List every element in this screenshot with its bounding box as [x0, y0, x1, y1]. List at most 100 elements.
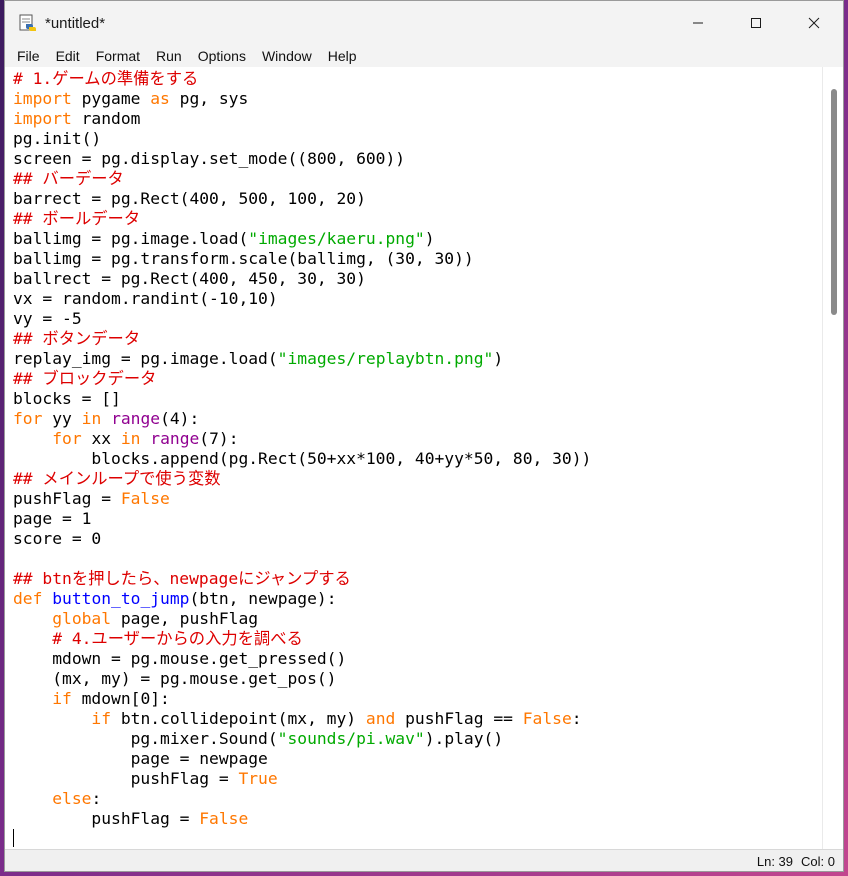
code-line[interactable]: page = 1 — [13, 509, 591, 529]
minimize-button[interactable] — [669, 1, 727, 45]
code-line[interactable]: pg.mixer.Sound("sounds/pi.wav").play() — [13, 729, 591, 749]
code-token: pg.mixer.Sound( — [13, 729, 278, 748]
code-token: blocks = [] — [13, 389, 121, 408]
code-line[interactable]: blocks = [] — [13, 389, 591, 409]
code-line[interactable]: if btn.collidepoint(mx, my) and pushFlag… — [13, 709, 591, 729]
code-token: # 4.ユーザーからの入力を調べる — [52, 629, 303, 648]
code-token: global — [52, 609, 112, 628]
code-line[interactable]: ## ボールデータ — [13, 209, 591, 229]
menu-file[interactable]: File — [5, 45, 48, 67]
code-token: button_to_jump — [52, 589, 190, 608]
code-line[interactable]: ballimg = pg.image.load("images/kaeru.pn… — [13, 229, 591, 249]
code-line[interactable]: ## メインループで使う変数 — [13, 469, 591, 489]
code-line[interactable]: ballrect = pg.Rect(400, 450, 30, 30) — [13, 269, 591, 289]
menu-options[interactable]: Options — [190, 45, 254, 67]
code-token: # 1.ゲームの準備をする — [13, 69, 199, 88]
close-button[interactable] — [785, 1, 843, 45]
code-line[interactable]: ## バーデータ — [13, 169, 591, 189]
code-line[interactable]: pushFlag = True — [13, 769, 591, 789]
code-line[interactable]: ## ボタンデータ — [13, 329, 591, 349]
code-token: import — [13, 109, 72, 128]
code-line[interactable]: if mdown[0]: — [13, 689, 591, 709]
menu-run[interactable]: Run — [148, 45, 190, 67]
code-line[interactable]: import random — [13, 109, 591, 129]
code-token: pg, sys — [169, 89, 249, 108]
code-token: : — [571, 709, 582, 728]
maximize-icon — [751, 18, 761, 28]
code-line[interactable]: ballimg = pg.transform.scale(ballimg, (3… — [13, 249, 591, 269]
code-token: page = 1 — [13, 509, 92, 528]
menu-format[interactable]: Format — [88, 45, 148, 67]
code-line[interactable]: pushFlag = False — [13, 809, 591, 829]
code-line[interactable]: vx = random.randint(-10,10) — [13, 289, 591, 309]
code-token: (7): — [199, 429, 239, 448]
code-token: yy — [42, 409, 82, 428]
code-token: "images/kaeru.png" — [248, 229, 425, 248]
code-line[interactable]: else: — [13, 789, 591, 809]
maximize-button[interactable] — [727, 1, 785, 45]
menu-window[interactable]: Window — [254, 45, 320, 67]
code-line[interactable]: global page, pushFlag — [13, 609, 591, 629]
code-token: for — [52, 429, 82, 448]
code-line[interactable]: for xx in range(7): — [13, 429, 591, 449]
code-token: replay_img = pg.image.load( — [13, 349, 278, 368]
code-line[interactable]: screen = pg.display.set_mode((800, 600)) — [13, 149, 591, 169]
code-token: (4): — [160, 409, 200, 428]
code-editor[interactable]: # 1.ゲームの準備をする import pygame as pg, sys imp… — [5, 67, 822, 849]
code-line[interactable]: ## btnを押したら、newpageにジャンプする — [13, 569, 591, 589]
code-line[interactable]: vy = -5 — [13, 309, 591, 329]
code-token: ## btnを押したら、newpageにジャンプする — [13, 569, 351, 588]
code-line[interactable]: score = 0 — [13, 529, 591, 549]
code-line[interactable]: replay_img = pg.image.load("images/repla… — [13, 349, 591, 369]
code-token: ballimg = pg.image.load( — [13, 229, 249, 248]
code-token: (btn, newpage): — [189, 589, 337, 608]
code-token: False — [199, 809, 249, 828]
code-token: btn.collidepoint(mx, my) — [111, 709, 366, 728]
code-line[interactable] — [13, 829, 591, 849]
code-token: def — [13, 589, 43, 608]
code-line[interactable]: pushFlag = False — [13, 489, 591, 509]
code-line[interactable]: mdown = pg.mouse.get_pressed() — [13, 649, 591, 669]
code-line[interactable]: page = newpage — [13, 749, 591, 769]
code-token: pg.init() — [13, 129, 102, 148]
code-token: if — [52, 689, 72, 708]
minimize-icon — [693, 22, 703, 24]
text-cursor — [13, 829, 14, 847]
scrollbar-thumb[interactable] — [831, 89, 837, 315]
code-line[interactable]: # 1.ゲームの準備をする — [13, 69, 591, 89]
code-line[interactable]: barrect = pg.Rect(400, 500, 100, 20) — [13, 189, 591, 209]
code-line[interactable]: import pygame as pg, sys — [13, 89, 591, 109]
code-token: : — [91, 789, 102, 808]
code-line[interactable] — [13, 549, 591, 569]
code-line[interactable]: ## ブロックデータ — [13, 369, 591, 389]
menu-edit[interactable]: Edit — [48, 45, 88, 67]
code-token: ## ブロックデータ — [13, 369, 157, 388]
code-line[interactable]: (mx, my) = pg.mouse.get_pos() — [13, 669, 591, 689]
code-line[interactable]: for yy in range(4): — [13, 409, 591, 429]
code-line[interactable]: def button_to_jump(btn, newpage): — [13, 589, 591, 609]
code-line[interactable]: # 4.ユーザーからの入力を調べる — [13, 629, 591, 649]
code-line[interactable]: blocks.append(pg.Rect(50+xx*100, 40+yy*5… — [13, 449, 591, 469]
code-text[interactable]: # 1.ゲームの準備をする import pygame as pg, sys imp… — [13, 69, 591, 849]
menu-help[interactable]: Help — [320, 45, 365, 67]
code-token: pygame — [71, 89, 151, 108]
code-token: page = newpage — [13, 749, 268, 768]
python-idle-icon — [19, 14, 36, 31]
code-line[interactable]: pg.init() — [13, 129, 591, 149]
code-token: "images/replaybtn.png" — [277, 349, 494, 368]
vertical-scrollbar[interactable] — [822, 67, 843, 849]
code-token: else — [52, 789, 92, 808]
code-token: in — [120, 429, 141, 448]
title-bar[interactable]: *untitled* — [5, 1, 843, 45]
window-controls — [669, 1, 843, 45]
code-token: vx = random.randint(-10,10) — [13, 289, 278, 308]
code-token: barrect = pg.Rect(400, 500, 100, 20) — [13, 189, 366, 208]
code-token: vy = -5 — [13, 309, 82, 328]
code-token: screen = pg.display.set_mode((800, 600)) — [13, 149, 406, 168]
code-token: ).play() — [424, 729, 504, 748]
code-token: pushFlag = — [13, 809, 200, 828]
